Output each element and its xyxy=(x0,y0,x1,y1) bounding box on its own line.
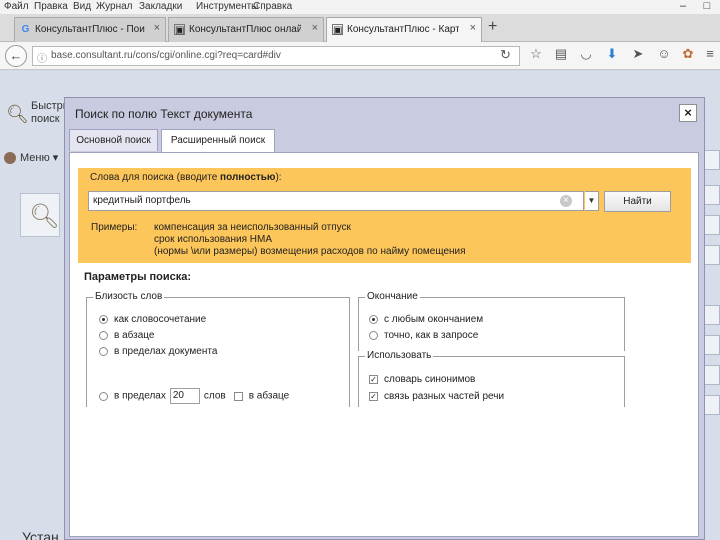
radio-button[interactable] xyxy=(99,314,108,324)
close-icon[interactable]: × xyxy=(154,22,160,34)
page-menu[interactable]: Меню ▾ xyxy=(4,151,58,165)
minimize-icon[interactable]: – xyxy=(672,0,694,14)
checkbox[interactable]: ✓ xyxy=(369,391,378,401)
find-button[interactable]: Найти xyxy=(604,191,671,212)
chat-icon[interactable]: ☺ xyxy=(656,46,672,61)
pocket-icon[interactable]: ◡ xyxy=(578,46,594,62)
search-dialog: Поиск по полю Текст документа × Основной… xyxy=(64,97,705,540)
example-item[interactable]: (нормы \или размеры) возмещения расходов… xyxy=(154,246,466,258)
menu-tools[interactable]: Инструменты xyxy=(196,1,258,12)
send-icon[interactable]: ➤ xyxy=(630,46,646,62)
search-input[interactable]: кредитный портфель xyxy=(88,191,584,211)
closeness-group: Близость слов как словосочетание в абзац… xyxy=(86,291,350,407)
advanced-search-panel: Слова для поиска (вводите полностью): кр… xyxy=(69,152,699,537)
examples-list: компенсация за неиспользованный отпуск с… xyxy=(154,222,466,258)
ending-group: Окончание с любым окончанием точно, как … xyxy=(358,291,625,351)
checkbox-within-paragraph[interactable] xyxy=(233,391,243,401)
magnifier-icon[interactable]: 🔍︎ xyxy=(6,104,29,125)
example-item[interactable]: компенсация за неиспользованный отпуск xyxy=(154,222,466,234)
ending-title: Окончание xyxy=(365,291,420,302)
side-button[interactable] xyxy=(703,305,720,325)
dialog-title: Поиск по полю Текст документа xyxy=(75,107,253,121)
close-icon[interactable]: × xyxy=(679,104,697,122)
use-group: Использовать ✓ словарь синонимов ✓ связь р… xyxy=(358,350,625,407)
browser-tabbar: G КонсультантПлюс - Поис... × ▣ Консульт… xyxy=(0,14,720,43)
browser-tab-active[interactable]: ▣ КонсультантПлюс - Карт... × xyxy=(326,17,482,43)
checkbox-parts-of-speech[interactable]: ✓ связь разных частей речи xyxy=(369,391,504,402)
radio-paragraph[interactable]: в абзаце xyxy=(99,330,154,341)
radio-document[interactable]: в пределах документа xyxy=(99,346,217,357)
tab-title: КонсультантПлюс - Карт... xyxy=(347,24,459,35)
checkbox-synonyms[interactable]: ✓ словарь синонимов xyxy=(369,374,475,385)
menu-icon xyxy=(4,152,16,165)
menu-history[interactable]: Журнал xyxy=(96,1,133,12)
quick-search-link[interactable]: Быстрый поиск xyxy=(31,100,77,126)
menu-file[interactable]: Файл xyxy=(4,1,29,12)
magnifier-icon: 🔍︎ xyxy=(29,203,60,230)
checkbox[interactable]: ✓ xyxy=(369,374,378,384)
info-icon[interactable]: ⓘ xyxy=(37,50,47,65)
radio-button[interactable] xyxy=(99,330,108,340)
address-bar[interactable]: ⓘ base.consultant.ru/cons/cgi/online.cgi… xyxy=(32,46,520,66)
side-button[interactable] xyxy=(703,365,720,385)
side-button[interactable] xyxy=(703,185,720,205)
radio-phrase[interactable]: как словосочетание xyxy=(99,314,206,325)
downloads-icon[interactable]: ⬇ xyxy=(604,46,620,62)
radio-button[interactable] xyxy=(99,391,108,401)
tab-title: КонсультантПлюс - Поис... xyxy=(35,24,145,35)
side-button[interactable] xyxy=(703,335,720,355)
bookmark-star-icon[interactable]: ☆ xyxy=(528,46,544,62)
menu-view[interactable]: Вид xyxy=(73,1,91,12)
radio-within-words[interactable]: в пределах 20 слов в абзаце xyxy=(99,388,289,404)
tab-basic-search[interactable]: Основной поиск xyxy=(69,129,158,151)
params-title: Параметры поиска: xyxy=(84,271,192,283)
radio-exact-ending[interactable]: точно, как в запросе xyxy=(369,330,478,341)
side-button[interactable] xyxy=(703,245,720,265)
maximize-icon[interactable]: □ xyxy=(696,0,718,14)
radio-button[interactable] xyxy=(369,330,378,340)
use-title: Использовать xyxy=(365,350,434,361)
close-icon[interactable]: × xyxy=(312,22,318,34)
consultant-icon: ▣ xyxy=(174,24,185,36)
radio-button[interactable] xyxy=(369,314,378,324)
query-label: Слова для поиска (вводите полностью): xyxy=(90,172,282,183)
tab-advanced-search[interactable]: Расширенный поиск xyxy=(161,129,275,153)
browser-menubar: Файл Правка Вид Журнал Закладки Инструме… xyxy=(0,0,720,14)
back-icon[interactable]: ← xyxy=(5,45,27,67)
page-bottom-text: Устан xyxy=(22,529,59,540)
reload-icon[interactable]: ↻ xyxy=(500,47,511,63)
tab-title: КонсультантПлюс онлайн... xyxy=(189,24,301,35)
consultant-icon: ▣ xyxy=(332,24,343,36)
radio-any-ending[interactable]: с любым окончанием xyxy=(369,314,483,325)
radio-button[interactable] xyxy=(99,346,108,356)
hamburger-menu-icon[interactable]: ≡ xyxy=(702,46,718,61)
new-tab-icon[interactable]: + xyxy=(488,18,497,36)
examples-label: Примеры: xyxy=(91,222,138,233)
menu-edit[interactable]: Правка xyxy=(34,1,68,12)
closeness-title: Близость слов xyxy=(93,291,165,302)
document-search-icon: 🔍︎ xyxy=(20,193,60,237)
url-text: base.consultant.ru/cons/cgi/online.cgi?r… xyxy=(51,50,281,61)
page-menu-label: Меню xyxy=(20,152,50,164)
reading-list-icon[interactable]: ▤ xyxy=(553,46,569,62)
clear-icon[interactable]: × xyxy=(560,195,572,207)
chevron-down-icon[interactable]: ▼ xyxy=(585,191,599,211)
menu-bookmarks[interactable]: Закладки xyxy=(139,1,182,12)
words-count-input[interactable]: 20 xyxy=(169,388,200,404)
side-button[interactable] xyxy=(703,215,720,235)
example-item[interactable]: срок использования НМА xyxy=(154,234,466,246)
menu-help[interactable]: Справка xyxy=(253,1,292,12)
google-icon: G xyxy=(21,24,30,35)
browser-tab[interactable]: ▣ КонсультантПлюс онлайн... × xyxy=(168,17,324,42)
extension-icon[interactable]: ✿ xyxy=(680,46,696,62)
close-icon[interactable]: × xyxy=(470,22,476,34)
browser-tab[interactable]: G КонсультантПлюс - Поис... × xyxy=(14,17,166,42)
side-button[interactable] xyxy=(703,150,720,170)
query-area: Слова для поиска (вводите полностью): кр… xyxy=(78,168,691,263)
side-button[interactable] xyxy=(703,395,720,415)
